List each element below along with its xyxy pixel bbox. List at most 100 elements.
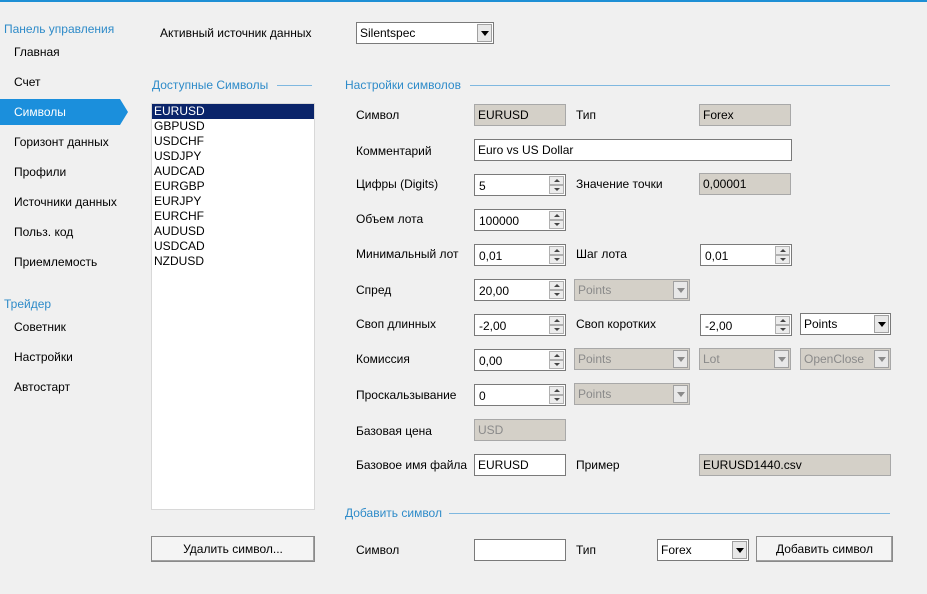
swap-short-value: -2,00 [705,319,733,333]
sidebar-item-acceptability[interactable]: Приемлемость [0,249,128,275]
commission-unit-dropdown: Points [574,348,690,370]
lot-size-label: Объем лота [356,212,424,226]
swap-short-label: Своп коротких [576,317,657,331]
list-item[interactable]: EURUSD [152,104,314,119]
digits-value: 5 [479,179,486,193]
comment-input[interactable]: Euro vs US Dollar [474,139,792,161]
swap-long-stepper[interactable]: -2,00 [474,314,566,336]
list-item[interactable]: USDJPY [152,149,314,164]
lot-step-stepper[interactable]: 0,01 [700,244,792,266]
spin-down-icon[interactable] [775,255,790,264]
section-divider [449,513,890,514]
spin-up-icon[interactable] [549,316,564,325]
comment-label: Комментарий [356,144,432,158]
symbol-settings-title: Настройки символов [345,78,461,92]
digits-stepper[interactable]: 5 [474,174,566,196]
commission-stepper[interactable]: 0,00 [474,349,566,371]
sidebar-item-profiles[interactable]: Профили [0,159,128,185]
spread-stepper[interactable]: 20,00 [474,279,566,301]
example-field: EURUSD1440.csv [699,454,891,476]
sidebar-item-advisor[interactable]: Советник [0,314,128,340]
base-filename-label: Базовое имя файла [356,458,468,472]
min-lot-value: 0,01 [479,249,503,263]
lot-size-value: 100000 [479,214,520,228]
commission-mode-dropdown: OpenClose [800,348,891,370]
sidebar-item-data-sources[interactable]: Источники данных [0,189,128,215]
spin-up-icon[interactable] [549,281,564,290]
sidebar: Панель управления Главная Счет Символы Г… [0,2,128,594]
spin-down-icon[interactable] [549,360,564,369]
delete-symbol-button[interactable]: Удалить символ... [151,536,315,562]
spin-down-icon[interactable] [549,185,564,194]
spread-unit-value: Points [578,283,612,297]
chevron-down-icon[interactable] [732,541,747,559]
slippage-value: 0 [479,389,486,403]
spin-up-icon[interactable] [549,246,564,255]
active-source-label: Активный источник данных [160,26,312,40]
type-field-value: Forex [703,108,734,122]
commission-mode-value: OpenClose [804,352,865,366]
swap-short-stepper[interactable]: -2,00 [700,314,792,336]
spin-up-icon[interactable] [549,176,564,185]
chevron-down-icon [673,350,688,368]
chevron-down-icon[interactable] [874,315,889,333]
sidebar-item-data-horizon[interactable]: Горизонт данных [0,129,128,155]
chevron-down-icon [874,350,889,368]
list-item[interactable]: USDCHF [152,134,314,149]
example-label: Пример [576,458,620,472]
type-field: Forex [699,104,791,126]
list-item[interactable]: EURCHF [152,209,314,224]
add-symbol-input[interactable] [474,539,566,561]
list-item[interactable]: NZDUSD [152,254,314,269]
slippage-stepper[interactable]: 0 [474,384,566,406]
slippage-unit-dropdown: Points [574,383,690,405]
swap-unit-dropdown[interactable]: Points [800,313,891,335]
add-symbol-button[interactable]: Добавить символ [756,536,893,562]
list-item[interactable]: AUDCAD [152,164,314,179]
lot-size-stepper[interactable]: 100000 [474,209,566,231]
list-item[interactable]: AUDUSD [152,224,314,239]
add-type-dropdown[interactable]: Forex [657,539,749,561]
spin-up-icon[interactable] [775,246,790,255]
min-lot-stepper[interactable]: 0,01 [474,244,566,266]
spin-up-icon[interactable] [549,211,564,220]
spin-down-icon[interactable] [549,395,564,404]
swap-long-value: -2,00 [479,319,507,333]
base-price-label: Базовая цена [356,424,432,438]
spin-down-icon[interactable] [775,325,790,334]
sidebar-item-settings[interactable]: Настройки [0,344,128,370]
symbols-listbox[interactable]: EURUSD GBPUSD USDCHF USDJPY AUDCAD EURGB… [151,103,315,510]
sidebar-section-trader: Трейдер [4,297,52,311]
swap-unit-value: Points [804,317,838,331]
list-item[interactable]: EURJPY [152,194,314,209]
list-item[interactable]: USDCAD [152,239,314,254]
sidebar-item-account[interactable]: Счет [0,69,128,95]
spin-down-icon[interactable] [549,325,564,334]
list-item[interactable]: GBPUSD [152,119,314,134]
slippage-label: Проскальзывание [356,388,457,402]
spread-unit-dropdown: Points [574,279,690,301]
sidebar-section-control-panel: Панель управления [4,22,115,36]
sidebar-item-symbols[interactable]: Символы [0,99,128,125]
base-filename-input[interactable]: EURUSD [474,454,566,476]
spin-up-icon[interactable] [549,351,564,360]
spin-down-icon[interactable] [549,290,564,299]
active-source-value: Silentspec [360,26,416,40]
section-divider [470,85,890,86]
sidebar-item-autostart[interactable]: Автостарт [0,374,128,400]
add-type-label: Тип [576,543,597,557]
active-source-dropdown[interactable]: Silentspec [356,22,494,44]
sidebar-item-home[interactable]: Главная [0,39,128,65]
commission-unit-value: Points [578,352,612,366]
chevron-down-icon[interactable] [477,24,492,42]
spin-down-icon[interactable] [549,220,564,229]
commission-label: Комиссия [356,352,410,366]
base-price-field: USD [474,419,566,441]
chevron-down-icon [673,281,688,299]
spin-up-icon[interactable] [775,316,790,325]
spin-down-icon[interactable] [549,255,564,264]
spin-up-icon[interactable] [549,386,564,395]
sidebar-item-user-code[interactable]: Польз. код [0,219,128,245]
list-item[interactable]: EURGBP [152,179,314,194]
base-filename-value: EURUSD [478,458,529,472]
